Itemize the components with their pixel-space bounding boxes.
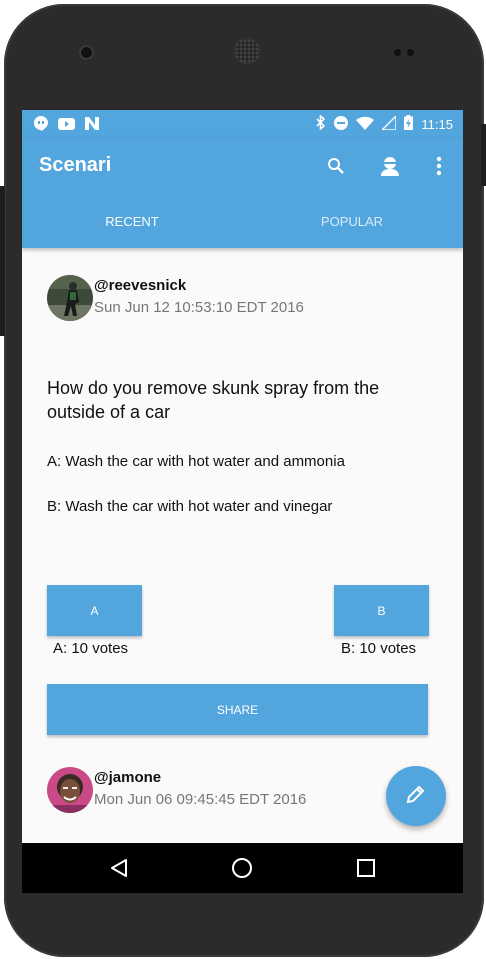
recents-icon[interactable] (354, 856, 378, 880)
bluetooth-icon (316, 114, 326, 133)
votes-b-count: B: 10 votes (341, 640, 417, 657)
do-not-disturb-icon (334, 115, 349, 133)
option-a-text: A: Wash the car with hot water and ammon… (47, 453, 345, 470)
search-icon[interactable] (324, 154, 348, 178)
hangouts-icon (34, 116, 48, 136)
back-icon[interactable] (107, 856, 131, 880)
pencil-icon (406, 784, 426, 809)
timestamp: Sun Jun 12 10:53:10 EDT 2016 (94, 299, 304, 316)
tab-recent[interactable]: RECENT (22, 214, 242, 229)
wifi-icon (356, 116, 375, 133)
power-button (481, 124, 486, 186)
tab-popular[interactable]: POPULAR (242, 214, 462, 229)
app-bar: Scenari RECENT POPULAR (22, 138, 463, 248)
clock: 11:15 (421, 116, 453, 132)
signal-icon (380, 113, 398, 133)
vote-b-button[interactable]: B (334, 585, 429, 636)
timestamp: Mon Jun 06 09:45:45 EDT 2016 (94, 791, 307, 808)
volume-button (0, 186, 5, 336)
option-b-text: B: Wash the car with hot water and vineg… (47, 498, 333, 515)
votes-a-count: A: 10 votes (53, 640, 129, 657)
n-notification-icon (85, 117, 99, 135)
avatar[interactable] (47, 767, 93, 813)
app-title: Scenari (39, 154, 112, 176)
navigation-bar (22, 843, 463, 893)
compose-fab[interactable] (386, 766, 446, 826)
proximity-sensor (394, 49, 401, 56)
avatar[interactable] (47, 275, 93, 321)
earpiece-speaker (234, 38, 260, 64)
account-icon[interactable] (378, 154, 402, 178)
username[interactable]: @jamone (94, 769, 161, 786)
share-button[interactable]: SHARE (47, 684, 428, 735)
question-text: How do you remove skunk spray from the o… (47, 378, 380, 422)
vote-a-button[interactable]: A (47, 585, 142, 636)
screen: 11:15 Scenari RECENT POPULAR @reevesnick… (22, 110, 463, 893)
username[interactable]: @reevesnick (94, 277, 186, 294)
home-icon[interactable] (230, 856, 254, 880)
status-bar: 11:15 (22, 110, 463, 138)
overflow-menu-icon[interactable] (427, 154, 451, 178)
front-camera (81, 47, 92, 58)
battery-charging-icon (404, 115, 414, 133)
light-sensor (407, 49, 414, 56)
youtube-icon (58, 117, 75, 135)
